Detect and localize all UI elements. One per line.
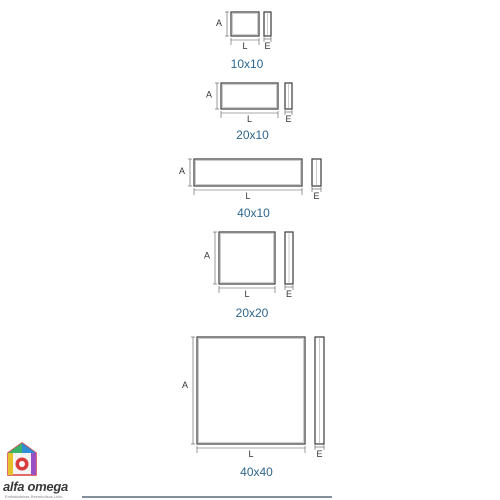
tile-40x40: [191, 336, 325, 453]
e-label: E: [285, 114, 291, 124]
tile-face: [218, 231, 276, 285]
tile-size-caption: 40x40: [240, 465, 273, 479]
logo-tagline: Embaladeiras Reembolsos Ltda: [5, 494, 62, 499]
tile-size-caption: 10x10: [231, 57, 264, 71]
a-label: A: [204, 250, 210, 260]
e-label: E: [286, 289, 292, 299]
tile-size-caption: 20x10: [236, 128, 269, 142]
l-label: L: [248, 449, 253, 459]
logo-name: alfa omega: [3, 479, 68, 494]
house-logo-icon: [7, 442, 37, 476]
l-label: L: [245, 191, 250, 201]
l-label: L: [247, 114, 252, 124]
a-label: A: [216, 18, 222, 28]
a-label: A: [179, 166, 185, 176]
a-label: A: [206, 90, 212, 100]
a-label: A: [182, 380, 188, 390]
tile-20x10: [215, 82, 293, 118]
l-label: L: [242, 41, 247, 51]
l-label: L: [244, 289, 249, 299]
tile-face: [196, 336, 306, 445]
e-label: E: [316, 449, 322, 459]
tile-face: [230, 11, 260, 37]
tile-size-caption: 40x10: [237, 206, 270, 220]
tile-dimension-diagram: AL E10x10AL E20x10AL E40x10AL E20x20AL E40x40: [82, 11, 332, 498]
e-label: E: [313, 191, 319, 201]
tile-face: [193, 158, 303, 187]
tile-40x10: [188, 158, 322, 195]
tile-20x20: [213, 231, 294, 293]
tile-size-caption: 20x20: [236, 306, 269, 320]
e-label: E: [264, 41, 270, 51]
tile-face: [220, 82, 279, 110]
